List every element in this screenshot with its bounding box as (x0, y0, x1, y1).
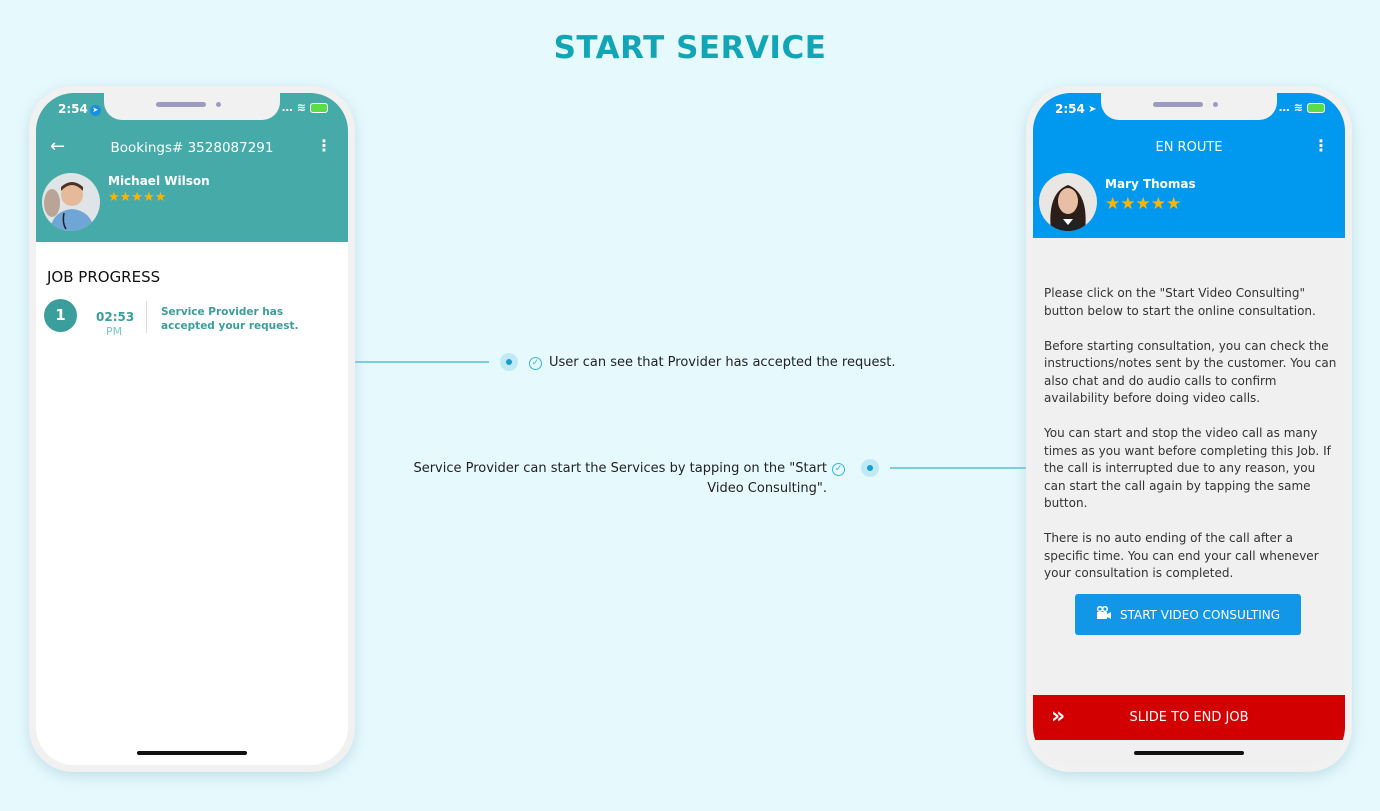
more-options-icon[interactable]: ⋮ (316, 136, 332, 155)
user-phone-screen: 2:54 ➤ … ≋ ← Bookings# 3528087291 ⋮ Mich… (36, 93, 348, 765)
booking-title: Bookings# 3528087291 (110, 140, 274, 156)
phone-notch (104, 93, 280, 120)
step-description: Service Provider has accepted your reque… (161, 306, 299, 332)
check-circle-icon: ✓ (529, 357, 542, 370)
rating-stars: ★★★★★ (108, 190, 167, 205)
page-title: START SERVICE (553, 30, 827, 66)
provider-name: Michael Wilson (108, 174, 210, 188)
instruction-paragraph: Before starting consultation, you can ch… (1044, 338, 1337, 406)
start-video-consulting-button[interactable]: START VIDEO CONSULTING (1075, 594, 1301, 635)
phone-notch (1101, 93, 1277, 120)
home-indicator (1134, 751, 1244, 755)
customer-name: Mary Thomas (1105, 177, 1196, 191)
step-divider (146, 301, 147, 333)
customer-avatar (1039, 173, 1097, 231)
callout-connector-line (355, 361, 489, 363)
step-time: 02:53 (96, 310, 135, 324)
more-options-icon[interactable]: ⋮ (1313, 136, 1329, 155)
user-phone-mockup: 2:54 ➤ … ≋ ← Bookings# 3528087291 ⋮ Mich… (29, 86, 355, 772)
provider-avatar (42, 173, 100, 231)
provider-phone-mockup: 2:54 ➤ … ≋ EN ROUTE ⋮ Mary Thomas ★★★★★ … (1026, 86, 1352, 772)
consultation-instructions: Please click on the "Start Video Consult… (1044, 285, 1338, 600)
start-video-consulting-label: START VIDEO CONSULTING (1119, 607, 1281, 622)
rating-stars: ★★★★★ (1105, 194, 1182, 214)
slide-to-end-job[interactable]: » SLIDE TO END JOB (1033, 695, 1345, 740)
home-indicator (137, 751, 247, 755)
location-arrow-icon: ➤ (1088, 104, 1097, 115)
status-time: 2:54 (1055, 102, 1085, 116)
check-circle-icon: ✓ (832, 463, 845, 476)
app-bar: ← Bookings# 3528087291 ⋮ (36, 136, 348, 162)
signal-icon: … (1278, 101, 1290, 114)
step-number-badge: 1 (44, 299, 77, 332)
signal-icon: … (281, 101, 293, 114)
callout-connector-line (890, 467, 1026, 469)
video-camera-icon (1096, 605, 1112, 623)
job-progress-heading: JOB PROGRESS (47, 268, 161, 286)
step-ampm: PM (105, 325, 123, 338)
battery-icon (1307, 102, 1325, 113)
location-arrow-icon: ➤ (89, 105, 101, 116)
instruction-paragraph: Please click on the "Start Video Consult… (1044, 286, 1316, 318)
instruction-paragraph: There is no auto ending of the call afte… (1044, 531, 1319, 580)
slide-to-end-job-label: SLIDE TO END JOB (1129, 710, 1249, 725)
callout-user-accepted: User can see that Provider has accepted … (549, 355, 896, 370)
app-bar: EN ROUTE ⋮ (1033, 136, 1345, 162)
status-time: 2:54 (58, 102, 88, 116)
battery-icon (310, 102, 328, 113)
callout-provider-start: Service Provider can start the Services … (413, 461, 827, 496)
job-status-title: EN ROUTE (1155, 140, 1223, 155)
callout-dot (861, 459, 879, 477)
callout-dot (500, 353, 518, 371)
instruction-paragraph: You can start and stop the video call as… (1044, 426, 1331, 510)
wifi-icon: ≋ (1293, 101, 1303, 114)
provider-profile: Michael Wilson ★★★★★ (42, 173, 210, 231)
job-progress-step: 1 02:53 PM Service Provider has accepted… (44, 299, 334, 339)
provider-phone-screen: 2:54 ➤ … ≋ EN ROUTE ⋮ Mary Thomas ★★★★★ … (1033, 93, 1345, 765)
wifi-icon: ≋ (296, 101, 306, 114)
customer-profile: Mary Thomas ★★★★★ (1039, 173, 1196, 231)
